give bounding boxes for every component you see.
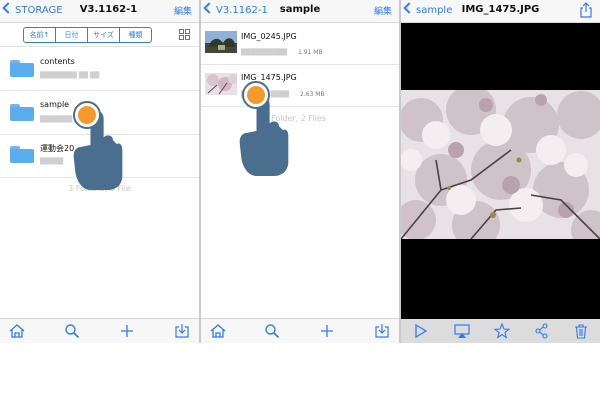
- item-size: 2.63 MB: [300, 91, 325, 98]
- back-label: V3.1162-1: [216, 5, 268, 16]
- item-name: IMG_0245.JPG: [241, 32, 297, 41]
- list-item[interactable]: contents ████████ ██:██: [0, 47, 199, 91]
- sort-by-size-button[interactable]: サイズ: [87, 28, 119, 42]
- chevron-left-icon: [2, 2, 14, 14]
- image-thumbnail: [205, 31, 237, 53]
- edit-button[interactable]: 編集: [174, 4, 192, 17]
- folder-icon: [10, 104, 34, 121]
- home-icon[interactable]: [8, 322, 26, 340]
- cherry-blossom-photo: [401, 90, 600, 239]
- home-icon[interactable]: [209, 322, 227, 340]
- back-label: STORAGE: [15, 5, 63, 16]
- plus-icon[interactable]: [318, 322, 336, 340]
- folder-contents-screen: V3.1162-1 sample 編集 IMG_0245.JPG ███████…: [201, 0, 399, 343]
- navigation-bar: STORAGE V3.1162-1 編集: [0, 0, 199, 23]
- chevron-left-icon: [203, 2, 215, 14]
- sort-by-date-button[interactable]: 日付: [55, 28, 87, 42]
- navigation-bar: V3.1162-1 sample 編集: [201, 0, 399, 23]
- import-icon[interactable]: [173, 322, 191, 340]
- sort-segmented-control: 名前↑ 日付 サイズ 種類: [23, 27, 152, 43]
- grid-view-icon[interactable]: [179, 29, 190, 40]
- back-label: sample: [416, 5, 453, 16]
- item-size: 1.91 MB: [298, 49, 323, 56]
- airplay-icon[interactable]: [453, 322, 471, 340]
- share-icon[interactable]: [579, 2, 593, 18]
- back-button[interactable]: STORAGE: [2, 2, 63, 16]
- folder-icon: [10, 146, 34, 163]
- edit-button[interactable]: 編集: [374, 4, 392, 17]
- search-icon[interactable]: [263, 322, 281, 340]
- viewer-toolbar: [401, 319, 600, 343]
- file-browser-screen: STORAGE V3.1162-1 編集 名前↑ 日付 サイズ 種類 conte…: [0, 0, 199, 343]
- star-icon[interactable]: [493, 322, 511, 340]
- item-date-blurred: ██████████: [241, 49, 288, 56]
- back-button[interactable]: sample: [403, 2, 453, 16]
- image-thumbnail: [205, 73, 237, 95]
- sort-by-type-button[interactable]: 種類: [119, 28, 151, 42]
- image-viewer-screen: sample IMG_1475.JPG: [401, 0, 600, 343]
- trash-icon[interactable]: [572, 322, 590, 340]
- import-icon[interactable]: [373, 322, 391, 340]
- back-button[interactable]: V3.1162-1: [203, 2, 268, 16]
- folder-summary: Folder, 2 Files: [271, 114, 326, 123]
- sort-bar: 名前↑ 日付 サイズ 種類: [0, 23, 199, 47]
- list-item[interactable]: IMG_1475.JPG ██████ ████ 2.63 MB: [201, 65, 399, 107]
- item-name: sample: [40, 100, 70, 109]
- share-icon[interactable]: [533, 322, 551, 340]
- plus-icon[interactable]: [118, 322, 136, 340]
- chevron-left-icon: [403, 2, 415, 14]
- item-name: contents: [40, 57, 75, 66]
- item-date-blurred: ████████ ██:██: [40, 72, 100, 79]
- item-name: 運動会20: [40, 144, 75, 153]
- tap-indicator-icon: [73, 101, 101, 129]
- search-icon[interactable]: [63, 322, 81, 340]
- list-item[interactable]: IMG_0245.JPG ██████████ 1.91 MB: [201, 23, 399, 65]
- folder-icon: [10, 60, 34, 77]
- item-date-blurred: █████: [40, 158, 64, 165]
- tap-indicator-icon: [242, 81, 270, 109]
- tab-bar: [201, 318, 399, 343]
- navigation-bar: sample IMG_1475.JPG: [401, 0, 600, 23]
- play-icon[interactable]: [411, 322, 429, 340]
- sort-by-name-button[interactable]: 名前↑: [24, 28, 55, 42]
- tab-bar: [0, 318, 199, 343]
